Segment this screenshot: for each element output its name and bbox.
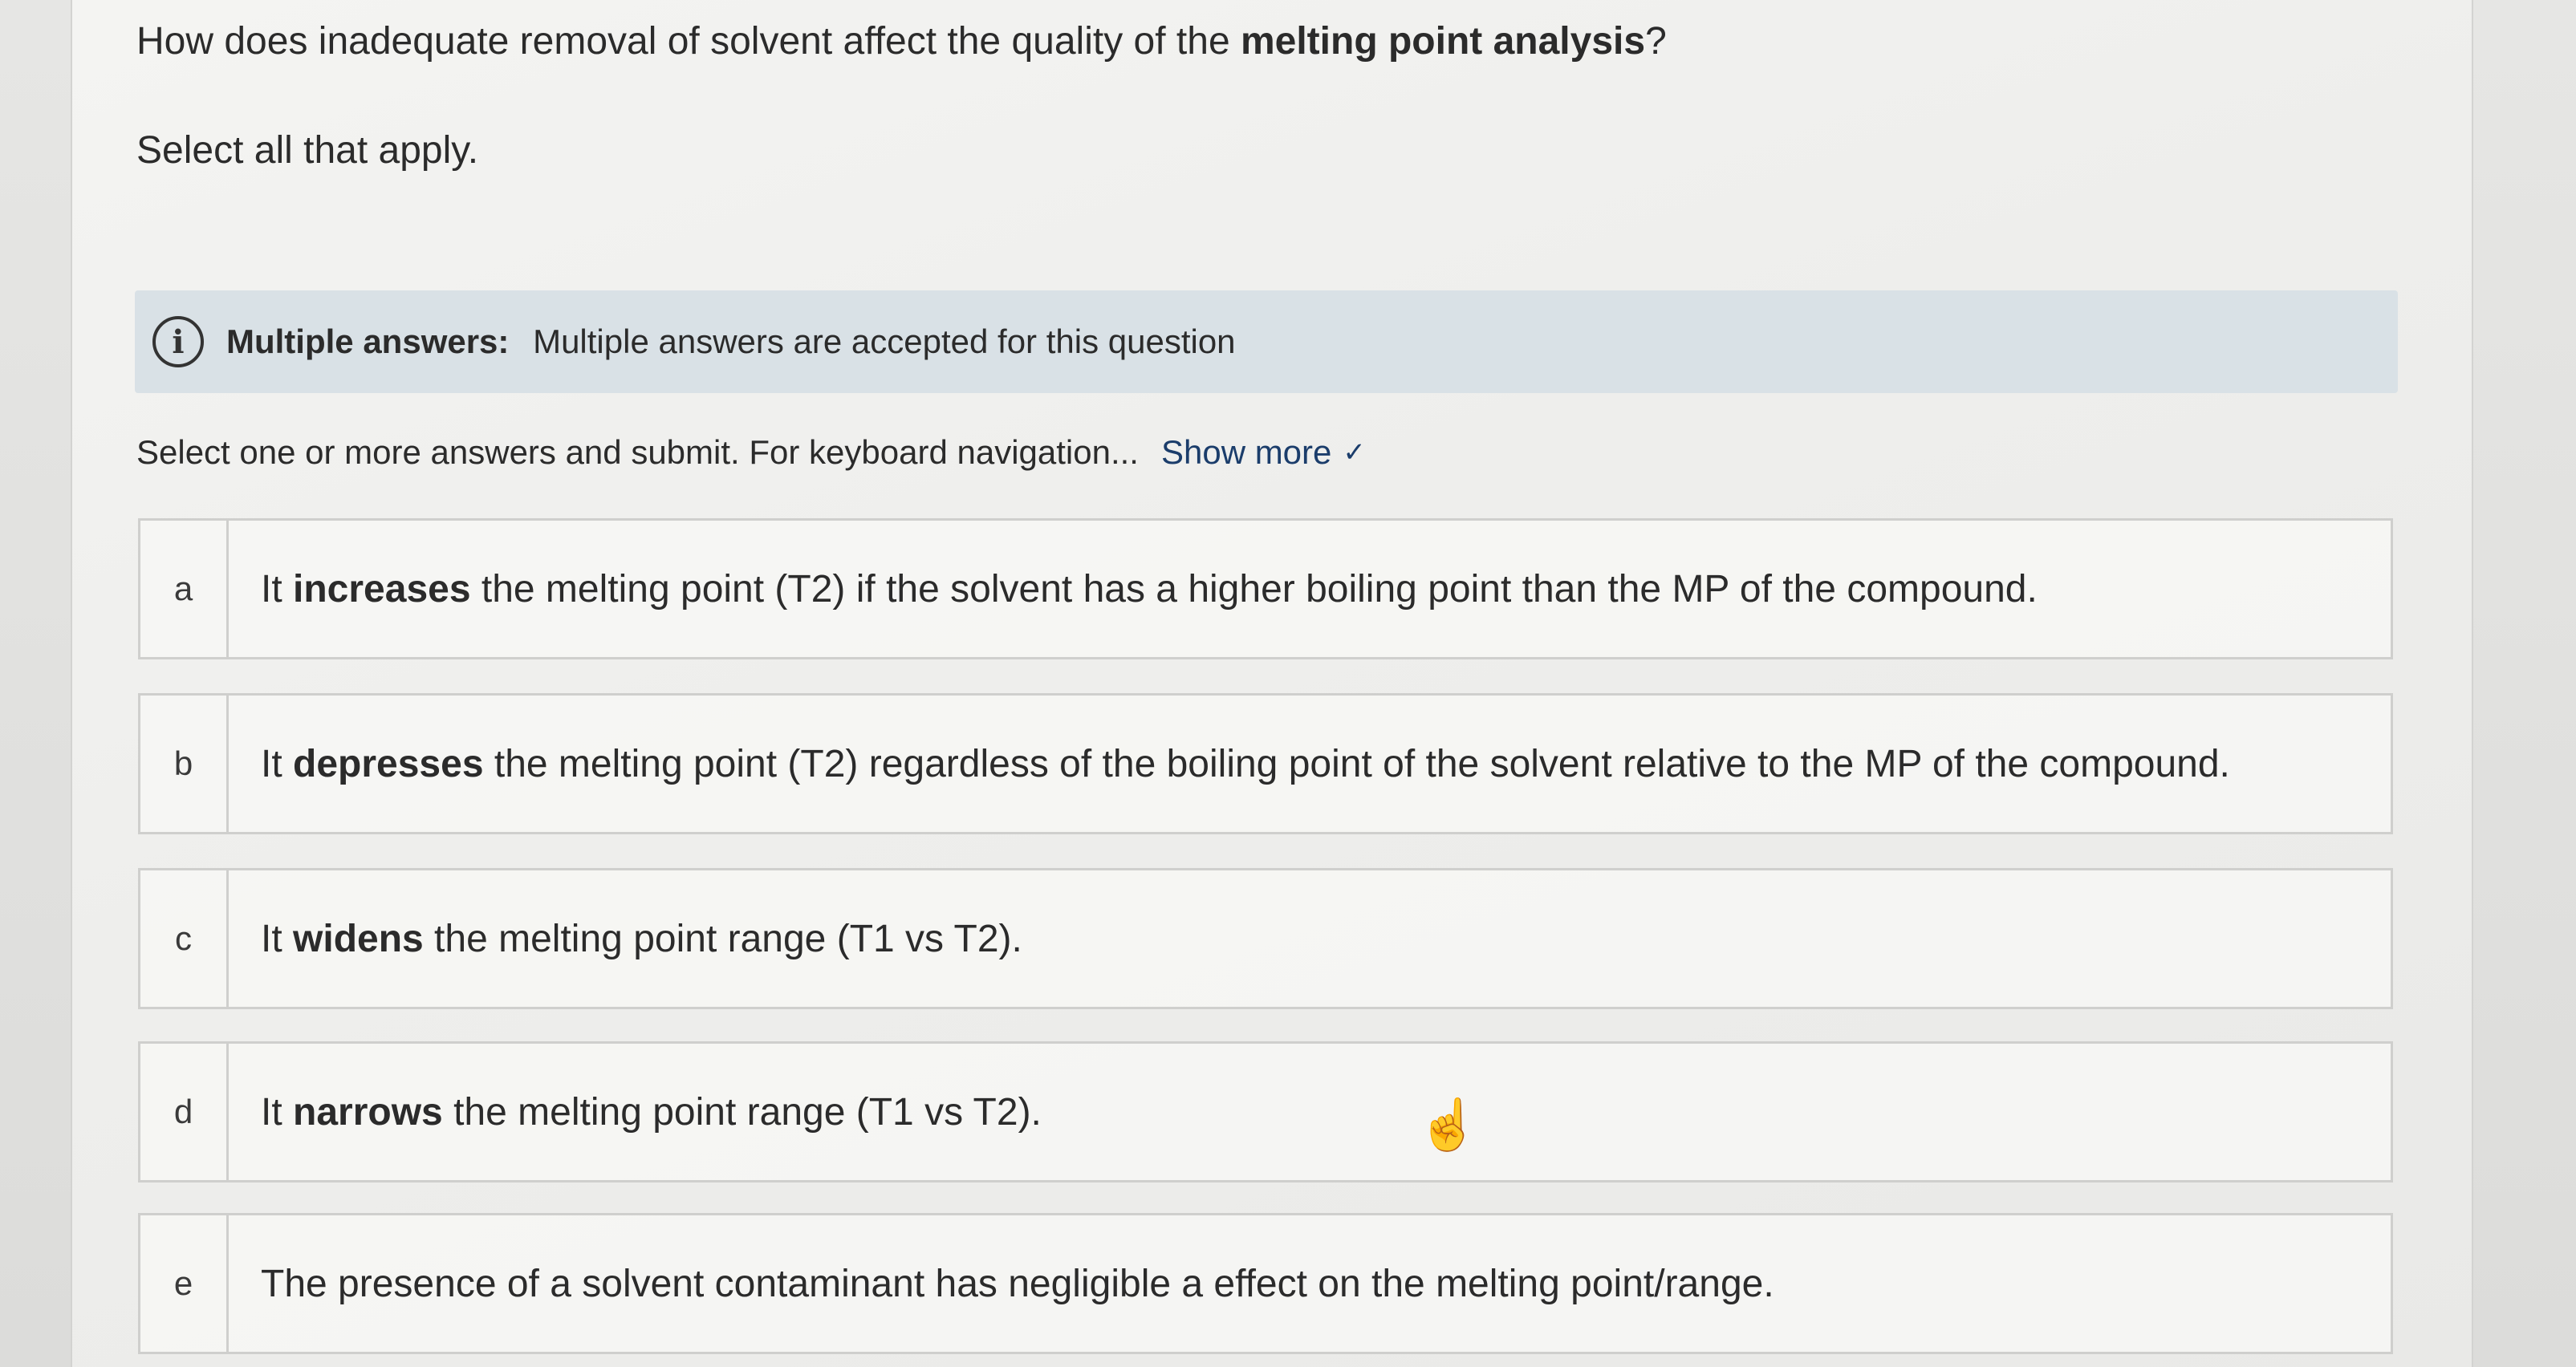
option-letter: e (140, 1215, 229, 1352)
option-text: It widens the melting point range (T1 vs… (261, 917, 1022, 960)
option-letter: d (140, 1044, 229, 1180)
question-punctuation: ? (1645, 20, 1667, 63)
info-icon: i (152, 316, 204, 367)
question-text: How does inadequate removal of solvent a… (136, 20, 1241, 63)
help-line: Select one or more answers and submit. F… (136, 428, 1366, 477)
show-more-label: Show more (1160, 433, 1332, 471)
option-text: It depresses the melting point (T2) rega… (261, 742, 2230, 785)
instruction-text: Select all that apply. (136, 129, 479, 172)
answer-option-c[interactable]: c It widens the melting point range (T1 … (138, 868, 2393, 1009)
option-text: It increases the melting point (T2) if t… (261, 567, 2038, 610)
option-text: It narrows the melting point range (T1 v… (261, 1090, 1042, 1134)
option-letter: c (140, 870, 229, 1007)
answer-option-d[interactable]: d It narrows the melting point range (T1… (138, 1041, 2393, 1182)
question-panel: How does inadequate removal of solvent a… (71, 0, 2473, 1367)
answer-option-b[interactable]: b It depresses the melting point (T2) re… (138, 693, 2393, 834)
option-letter: a (140, 521, 229, 657)
question-title: How does inadequate removal of solvent a… (136, 18, 1667, 66)
show-more-link[interactable]: Show more ✓ (1161, 428, 1366, 477)
answer-option-e[interactable]: e The presence of a solvent contaminant … (138, 1213, 2393, 1354)
hand-cursor-icon: ☝ (1417, 1097, 1480, 1153)
question-emphasis: melting point analysis (1240, 20, 1646, 63)
info-message: Multiple answers are accepted for this q… (533, 322, 1236, 360)
info-banner: i Multiple answers: Multiple answers are… (135, 290, 2398, 393)
option-text: The presence of a solvent contaminant ha… (261, 1262, 1774, 1305)
help-text: Select one or more answers and submit. F… (136, 433, 1139, 471)
option-letter: b (140, 696, 229, 832)
info-text: Multiple answers: Multiple answers are a… (226, 322, 1236, 361)
info-lead: Multiple answers: (226, 322, 510, 360)
answer-option-a[interactable]: a It increases the melting point (T2) if… (138, 518, 2393, 659)
chevron-down-icon: ✓ (1343, 437, 1366, 468)
